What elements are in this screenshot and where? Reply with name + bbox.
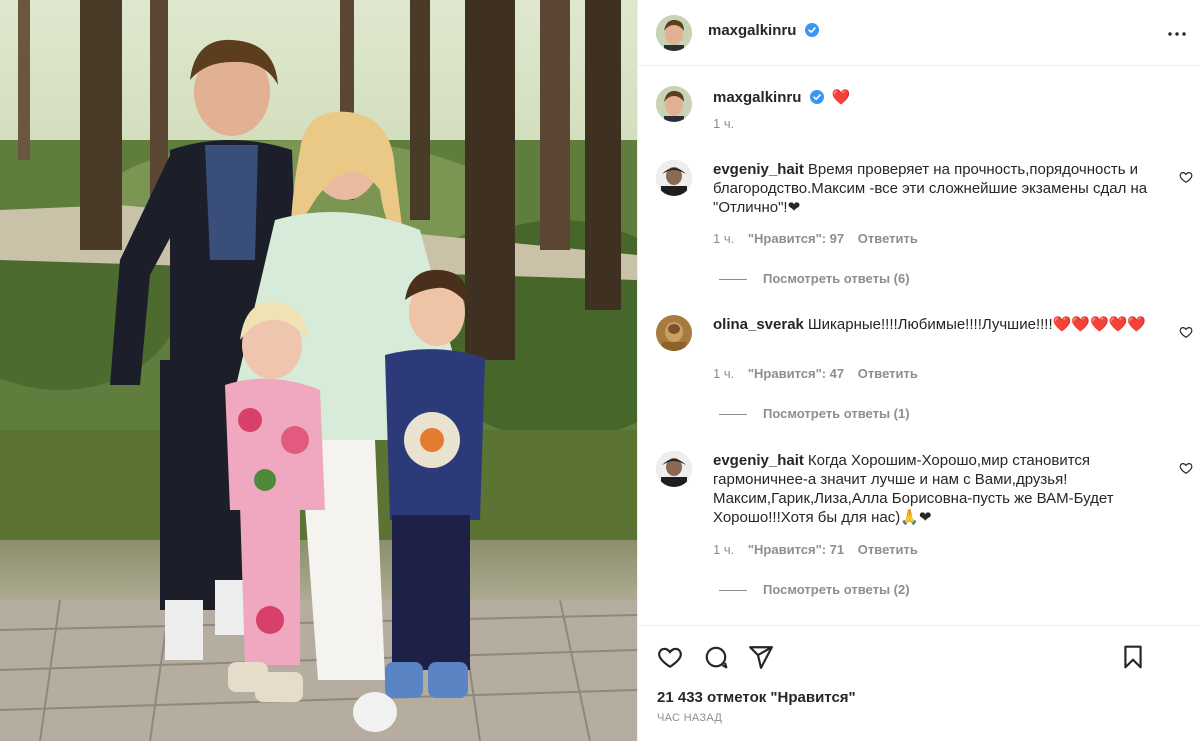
comment-reply-button[interactable]: Ответить (858, 542, 918, 557)
comment-text: Шикарные!!!!Любимые!!!!Лучшие!!!!❤️❤️❤️❤… (807, 316, 1146, 333)
likes-count[interactable]: 21 433 отметок "Нравится" (657, 689, 856, 706)
author-username[interactable]: maxgalkinru (708, 22, 796, 39)
view-replies-label: Посмотреть ответы (1) (763, 406, 910, 421)
comment-username[interactable]: olina_sverak (713, 316, 804, 333)
view-replies-button[interactable]: Посмотреть ответы (1) (719, 406, 910, 421)
caption-time: 1 ч. (713, 116, 735, 131)
post-header: maxgalkinru (638, 0, 1200, 66)
comment-time: 1 ч. (713, 542, 735, 557)
view-replies-label: Посмотреть ответы (6) (763, 271, 910, 286)
comment-username[interactable]: evgeniy_hait (713, 452, 804, 469)
comment-text-block: evgeniy_hait Когда Хорошим-Хорошо,мир ста… (713, 451, 1153, 527)
comment-meta: 1 ч. "Нравится": 47 Ответить (713, 366, 928, 381)
comment-likes[interactable]: "Нравится": 97 (748, 231, 844, 246)
comment-like-icon[interactable] (1179, 461, 1193, 475)
view-replies-label: Посмотреть ответы (2) (763, 582, 910, 597)
comment-text-block: olina_sverak Шикарные!!!!Любимые!!!!Лучши… (713, 315, 1153, 334)
posted-ago: ЧАС НАЗАД (657, 712, 723, 724)
view-replies-button[interactable]: Посмотреть ответы (2) (719, 582, 910, 597)
commenter-avatar[interactable] (656, 315, 692, 351)
comment-reply-button[interactable]: Ответить (858, 366, 918, 381)
caption-text-row: maxgalkinru ❤️ (713, 88, 850, 106)
replies-divider (719, 414, 747, 416)
family-photo-illustration (0, 0, 637, 741)
author-avatar[interactable] (656, 15, 692, 51)
comment-icon[interactable] (703, 644, 729, 670)
comment-time: 1 ч. (713, 366, 735, 381)
instagram-post: maxgalkinru maxgalkinru ❤️ 1 ч. evgeniy_… (0, 0, 1200, 741)
bookmark-icon[interactable] (1120, 644, 1146, 670)
replies-divider (719, 279, 747, 281)
verified-badge-icon (809, 90, 824, 104)
comment-likes[interactable]: "Нравится": 47 (748, 366, 844, 381)
comment-reply-button[interactable]: Ответить (858, 231, 918, 246)
post-actions-bar: 21 433 отметок "Нравится" ЧАС НАЗАД (638, 625, 1200, 741)
comment-text-block: evgeniy_hait Время проверяет на прочность… (713, 160, 1153, 217)
comment-like-icon[interactable] (1179, 325, 1193, 339)
more-options-icon[interactable] (1165, 22, 1189, 46)
comment-time: 1 ч. (713, 231, 735, 246)
commenter-avatar[interactable] (656, 451, 692, 487)
replies-divider (719, 590, 747, 592)
comment-meta: 1 ч. "Нравится": 97 Ответить (713, 231, 928, 246)
caption-avatar[interactable] (656, 86, 692, 122)
view-replies-button[interactable]: Посмотреть ответы (6) (719, 271, 910, 286)
post-details-panel: maxgalkinru maxgalkinru ❤️ 1 ч. evgeniy_… (637, 0, 1200, 741)
commenter-avatar[interactable] (656, 160, 692, 196)
verified-badge-icon (804, 23, 819, 37)
author-name-row: maxgalkinru (708, 22, 819, 40)
share-icon[interactable] (748, 644, 774, 670)
heart-icon[interactable] (657, 644, 683, 670)
post-photo[interactable] (0, 0, 637, 741)
caption-text: ❤️ (831, 89, 851, 106)
comment-username[interactable]: evgeniy_hait (713, 161, 804, 178)
comment-likes[interactable]: "Нравится": 71 (748, 542, 844, 557)
caption-username[interactable]: maxgalkinru (713, 89, 801, 106)
comment-like-icon[interactable] (1179, 170, 1193, 184)
comment-meta: 1 ч. "Нравится": 71 Ответить (713, 542, 928, 557)
